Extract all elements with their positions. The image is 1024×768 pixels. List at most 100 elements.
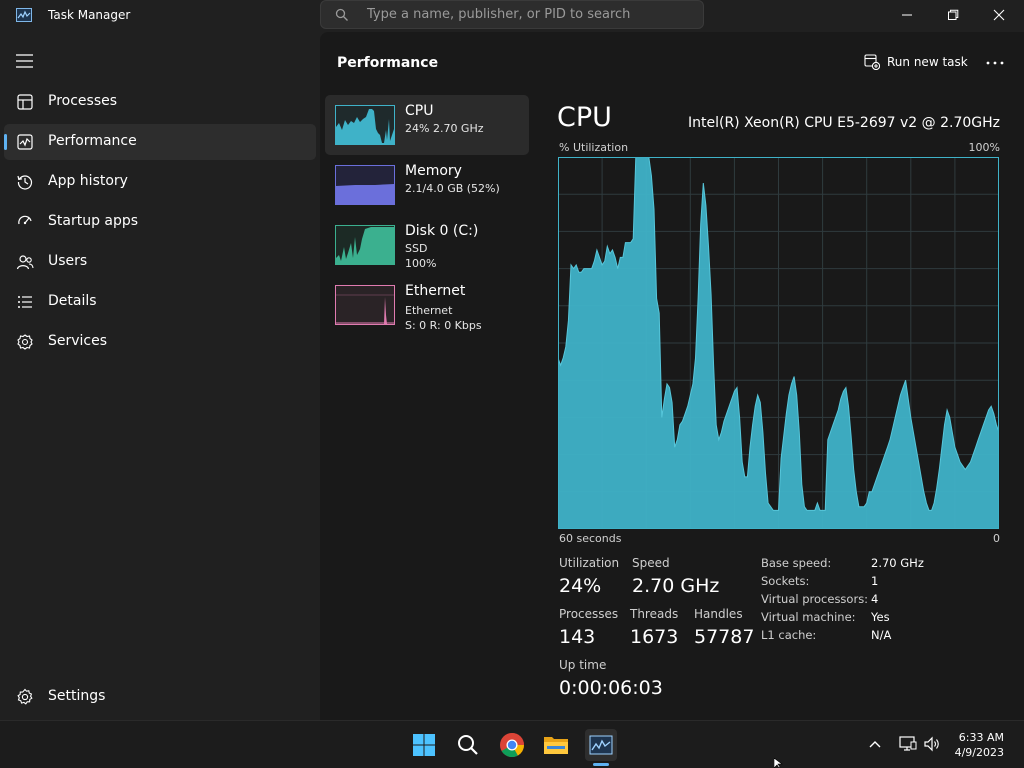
title-bar: Task Manager Type a name, publisher, or …: [0, 0, 1024, 32]
page-title: Performance: [337, 55, 439, 71]
l1-cache-label: L1 cache:: [761, 628, 817, 642]
search-taskbar-button[interactable]: [452, 729, 484, 761]
handles-label: Handles: [694, 607, 743, 621]
sidebar-item-services[interactable]: Services: [4, 324, 316, 360]
threads-value: 1673: [630, 626, 679, 648]
search-input[interactable]: Type a name, publisher, or PID to search: [367, 7, 630, 22]
run-task-icon: [864, 54, 880, 70]
file-explorer-taskbar-button[interactable]: [540, 729, 572, 761]
sidebar-item-processes[interactable]: Processes: [4, 84, 316, 120]
sidebar-item-performance[interactable]: Performance: [4, 124, 316, 160]
virtual-machine-label: Virtual machine:: [761, 610, 856, 624]
virtual-machine-value: Yes: [871, 610, 890, 624]
cpu-model-name: Intel(R) Xeon(R) CPU E5-2697 v2 @ 2.70GH…: [688, 115, 1000, 131]
sidebar-item-label: App history: [48, 173, 128, 189]
windows-logo-icon: [413, 734, 435, 756]
sidebar-item-app-history[interactable]: App history: [4, 164, 316, 200]
taskbar: 6:33 AM 4/9/2023: [0, 720, 1024, 768]
processes-label: Processes: [559, 607, 619, 621]
task-manager-app-icon: [16, 8, 32, 22]
clock-time: 6:33 AM: [958, 731, 1004, 744]
sockets-value: 1: [871, 574, 879, 588]
close-button[interactable]: [976, 0, 1022, 30]
minimize-button[interactable]: [884, 0, 930, 30]
maximize-button[interactable]: [930, 0, 976, 30]
chevron-up-icon[interactable]: [868, 738, 882, 750]
processes-icon: [17, 94, 33, 110]
clock-date: 4/9/2023: [954, 746, 1004, 759]
history-icon: [17, 175, 33, 190]
clock[interactable]: 6:33 AM 4/9/2023: [955, 730, 1004, 760]
task-manager-icon: [589, 735, 613, 755]
speed-label: Speed: [632, 556, 670, 570]
close-icon: [993, 9, 1005, 21]
memory-thumbnail-graph: [335, 165, 395, 205]
sidebar-item-users[interactable]: Users: [4, 244, 316, 280]
page-header: Performance Run new task: [320, 32, 1024, 88]
device-name: Disk 0 (C:): [405, 223, 479, 239]
gear-icon: [17, 688, 33, 705]
device-item-ethernet[interactable]: Ethernet Ethernet S: 0 R: 0 Kbps: [325, 275, 529, 335]
sidebar-item-label: Processes: [48, 93, 118, 109]
sidebar-item-label: Performance: [48, 133, 137, 149]
sidebar: Processes Performance App history Startu…: [0, 32, 320, 720]
l1-cache-value: N/A: [871, 628, 892, 642]
base-speed-value: 2.70 GHz: [871, 556, 924, 570]
start-button[interactable]: [408, 729, 440, 761]
disk-thumbnail-graph: [335, 225, 395, 265]
network-icon[interactable]: [899, 736, 917, 752]
chrome-taskbar-button[interactable]: [496, 729, 528, 761]
cpu-utilization-chart: [558, 157, 999, 529]
window-title: Task Manager: [48, 8, 131, 22]
search-icon: [458, 735, 478, 755]
device-item-disk[interactable]: Disk 0 (C:) SSD 100%: [325, 215, 529, 275]
sidebar-item-label: Startup apps: [48, 213, 139, 229]
device-item-cpu[interactable]: CPU 24% 2.70 GHz: [325, 95, 529, 155]
minimize-icon: [902, 14, 912, 16]
performance-icon: [17, 134, 33, 150]
y-axis-max-label: 100%: [968, 141, 1000, 154]
device-name: Ethernet: [405, 283, 466, 299]
run-new-task-label: Run new task: [887, 55, 968, 69]
mouse-cursor-icon: [774, 758, 783, 768]
active-app-indicator: [593, 763, 609, 766]
utilization-label: Utilization: [559, 556, 620, 570]
virtual-processors-label: Virtual processors:: [761, 592, 869, 606]
settings-label: Settings: [48, 688, 106, 704]
device-name: Memory: [405, 163, 462, 179]
device-detail: SSD: [405, 242, 428, 255]
speed-value: 2.70 GHz: [632, 575, 720, 597]
utilization-value: 24%: [559, 575, 602, 597]
uptime-label: Up time: [559, 658, 607, 672]
sidebar-item-startup-apps[interactable]: Startup apps: [4, 204, 316, 240]
cpu-thumbnail-graph: [335, 105, 395, 145]
folder-icon: [544, 737, 568, 754]
task-manager-taskbar-button[interactable]: [585, 729, 617, 761]
base-speed-label: Base speed:: [761, 556, 832, 570]
device-detail: 24% 2.70 GHz: [405, 122, 484, 135]
ethernet-thumbnail-graph: [335, 285, 395, 325]
device-detail: 100%: [405, 257, 437, 270]
restore-icon: [948, 9, 959, 20]
sidebar-item-settings[interactable]: Settings: [4, 679, 316, 715]
sidebar-item-details[interactable]: Details: [4, 284, 316, 320]
device-item-memory[interactable]: Memory 2.1/4.0 GB (52%): [325, 155, 529, 215]
x-axis-end-label: 0: [993, 532, 1000, 545]
users-icon: [16, 255, 34, 270]
uptime-value: 0:00:06:03: [559, 677, 663, 699]
hamburger-menu-icon[interactable]: [16, 54, 34, 68]
services-icon: [17, 334, 33, 350]
sidebar-item-label: Services: [48, 333, 108, 349]
details-icon: [18, 296, 32, 308]
sockets-label: Sockets:: [761, 574, 810, 588]
volume-icon[interactable]: [923, 736, 941, 752]
startup-icon: [18, 215, 32, 225]
chrome-icon: [500, 733, 525, 758]
device-name: CPU: [405, 103, 434, 119]
x-axis-start-label: 60 seconds: [559, 532, 622, 545]
more-options-button[interactable]: [984, 52, 1008, 74]
search-box[interactable]: Type a name, publisher, or PID to search: [320, 0, 704, 29]
main-panel: Performance Run new task CPU 24% 2.70 GH…: [320, 32, 1024, 720]
sidebar-item-label: Users: [48, 253, 88, 269]
threads-label: Threads: [630, 607, 679, 621]
